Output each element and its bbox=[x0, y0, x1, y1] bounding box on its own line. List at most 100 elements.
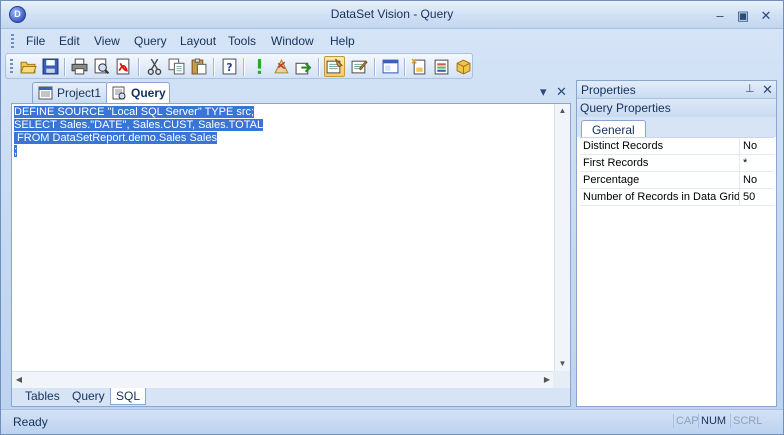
app-window: D DataSet Vision - Query – ▣ ✕ File Edit… bbox=[0, 0, 784, 435]
sql-editor[interactable]: DEFINE SOURCE "Local SQL Server" TYPE sr… bbox=[11, 103, 571, 389]
minimize-button[interactable]: – bbox=[713, 9, 727, 23]
scroll-down-icon[interactable]: ▼ bbox=[555, 357, 570, 371]
title-bar: D DataSet Vision - Query – ▣ ✕ bbox=[1, 1, 783, 29]
menu-file[interactable]: File bbox=[26, 34, 45, 48]
tab-tables[interactable]: Tables bbox=[20, 388, 65, 405]
scroll-up-icon[interactable]: ▲ bbox=[555, 104, 570, 118]
properties-subtitle: Query Properties bbox=[580, 101, 671, 115]
open-icon[interactable] bbox=[20, 58, 37, 75]
toolbar-separator bbox=[138, 58, 139, 76]
print-icon[interactable] bbox=[71, 58, 88, 75]
close-button[interactable]: ✕ bbox=[759, 9, 773, 23]
run-icon[interactable] bbox=[251, 58, 268, 75]
tab-list-dropdown-icon[interactable]: ▾ bbox=[540, 84, 547, 100]
scrollbar-corner bbox=[553, 371, 570, 388]
document-pane: Project1 Query ▾ ✕ DEFINE SOURCE "Local … bbox=[10, 81, 571, 407]
horizontal-scrollbar[interactable]: ◀ ▶ bbox=[12, 371, 554, 388]
cut-icon[interactable] bbox=[146, 58, 163, 75]
toolbar-separator bbox=[374, 58, 375, 76]
vertical-scrollbar[interactable]: ▲ ▼ bbox=[554, 104, 570, 371]
tab-sql[interactable]: SQL bbox=[110, 388, 147, 405]
paste-icon[interactable] bbox=[190, 58, 207, 75]
toolbar-separator bbox=[64, 58, 65, 76]
num-lock-indicator: NUM bbox=[698, 414, 728, 428]
grid-divider bbox=[739, 155, 740, 171]
tab-query[interactable]: Query bbox=[106, 82, 170, 103]
status-text: Ready bbox=[13, 415, 48, 429]
tab-general[interactable]: General bbox=[581, 120, 646, 138]
new-report-icon[interactable] bbox=[411, 58, 428, 75]
maximize-button[interactable]: ▣ bbox=[736, 9, 750, 23]
toolbar-separator bbox=[243, 58, 244, 76]
caps-lock-indicator: CAP bbox=[673, 414, 701, 428]
property-value[interactable]: 50 bbox=[743, 191, 755, 203]
menu-tools[interactable]: Tools bbox=[228, 34, 256, 48]
scroll-left-icon[interactable]: ◀ bbox=[12, 372, 26, 388]
dataset-icon[interactable] bbox=[455, 58, 472, 75]
pin-icon[interactable]: ⊥ bbox=[745, 82, 755, 95]
code-line: SELECT Sales."DATE", Sales.CUST, Sales.T… bbox=[14, 119, 264, 131]
property-grid: Distinct Records No First Records * Perc… bbox=[580, 137, 774, 206]
query-design-icon[interactable] bbox=[326, 58, 343, 75]
query-edit-icon[interactable] bbox=[351, 58, 368, 75]
properties-tab-strip: General bbox=[577, 117, 776, 138]
close-properties-icon[interactable]: ✕ bbox=[762, 82, 773, 98]
scroll-right-icon[interactable]: ▶ bbox=[540, 372, 554, 388]
grid-divider bbox=[739, 172, 740, 188]
menu-help[interactable]: Help bbox=[330, 34, 355, 48]
svg-text:?: ? bbox=[226, 61, 232, 74]
sql-code[interactable]: DEFINE SOURCE "Local SQL Server" TYPE sr… bbox=[14, 106, 264, 158]
grid-divider bbox=[739, 189, 740, 205]
print-preview-icon[interactable] bbox=[93, 58, 110, 75]
menu-edit[interactable]: Edit bbox=[59, 34, 80, 48]
tab-project1-label: Project1 bbox=[57, 86, 102, 100]
view-icon[interactable] bbox=[382, 58, 399, 75]
menu-layout[interactable]: Layout bbox=[180, 34, 216, 48]
property-row-percentage[interactable]: Percentage No bbox=[580, 172, 774, 189]
properties-header: Properties ⊥ ✕ bbox=[577, 81, 776, 99]
toolbar-separator bbox=[213, 58, 214, 76]
property-name: First Records bbox=[583, 157, 649, 169]
toolbar-separator bbox=[404, 58, 405, 76]
property-name: Distinct Records bbox=[583, 140, 664, 152]
export-icon[interactable] bbox=[295, 58, 312, 75]
property-row-first-records[interactable]: First Records * bbox=[580, 155, 774, 172]
code-line: ; bbox=[14, 145, 18, 157]
pdf-icon[interactable] bbox=[115, 58, 132, 75]
properties-subtitle-bar: Query Properties bbox=[577, 99, 776, 117]
tab-query-label: Query bbox=[131, 86, 166, 100]
property-value[interactable]: No bbox=[743, 174, 757, 186]
stop-icon[interactable] bbox=[273, 58, 290, 75]
property-value[interactable]: * bbox=[743, 157, 747, 169]
grid-divider bbox=[739, 138, 740, 154]
property-name: Percentage bbox=[583, 174, 640, 186]
property-row-records-in-grid[interactable]: Number of Records in Data Grid 50 bbox=[580, 189, 774, 206]
menu-bar: File Edit View Query Layout Tools Window… bbox=[1, 31, 783, 51]
property-value[interactable]: No bbox=[743, 140, 757, 152]
document-tab-bar: Project1 Query ▾ ✕ bbox=[10, 81, 571, 103]
copy-icon[interactable] bbox=[168, 58, 185, 75]
tab-project1[interactable]: Project1 bbox=[32, 82, 108, 103]
window-title: DataSet Vision - Query bbox=[330, 7, 454, 21]
menu-grip-icon[interactable] bbox=[11, 34, 14, 48]
help-icon[interactable]: ? bbox=[221, 58, 238, 75]
toolbar-grip-icon[interactable] bbox=[10, 59, 13, 74]
properties-panel: Properties ⊥ ✕ Query Properties General … bbox=[576, 80, 777, 407]
menu-view[interactable]: View bbox=[94, 34, 120, 48]
toolbar-separator bbox=[318, 58, 319, 76]
menu-window[interactable]: Window bbox=[271, 34, 314, 48]
property-name: Number of Records in Data Grid bbox=[583, 191, 741, 203]
status-bar: Ready CAP NUM SCRL bbox=[1, 409, 783, 434]
property-row-distinct-records[interactable]: Distinct Records No bbox=[580, 138, 774, 155]
close-document-icon[interactable]: ✕ bbox=[556, 84, 567, 100]
report-wizard-icon[interactable] bbox=[433, 58, 450, 75]
scroll-lock-indicator: SCRL bbox=[730, 414, 764, 428]
main-toolbar: ? bbox=[5, 53, 473, 79]
view-tab-strip: Tables Query SQL bbox=[11, 388, 571, 407]
menu-query[interactable]: Query bbox=[134, 34, 167, 48]
code-line: DEFINE SOURCE "Local SQL Server" TYPE sr… bbox=[14, 106, 255, 118]
tab-query-view[interactable]: Query bbox=[67, 388, 110, 405]
save-icon[interactable] bbox=[42, 58, 59, 75]
code-line: FROM DataSetReport.demo.Sales Sales bbox=[14, 132, 217, 144]
properties-title: Properties bbox=[581, 83, 636, 97]
